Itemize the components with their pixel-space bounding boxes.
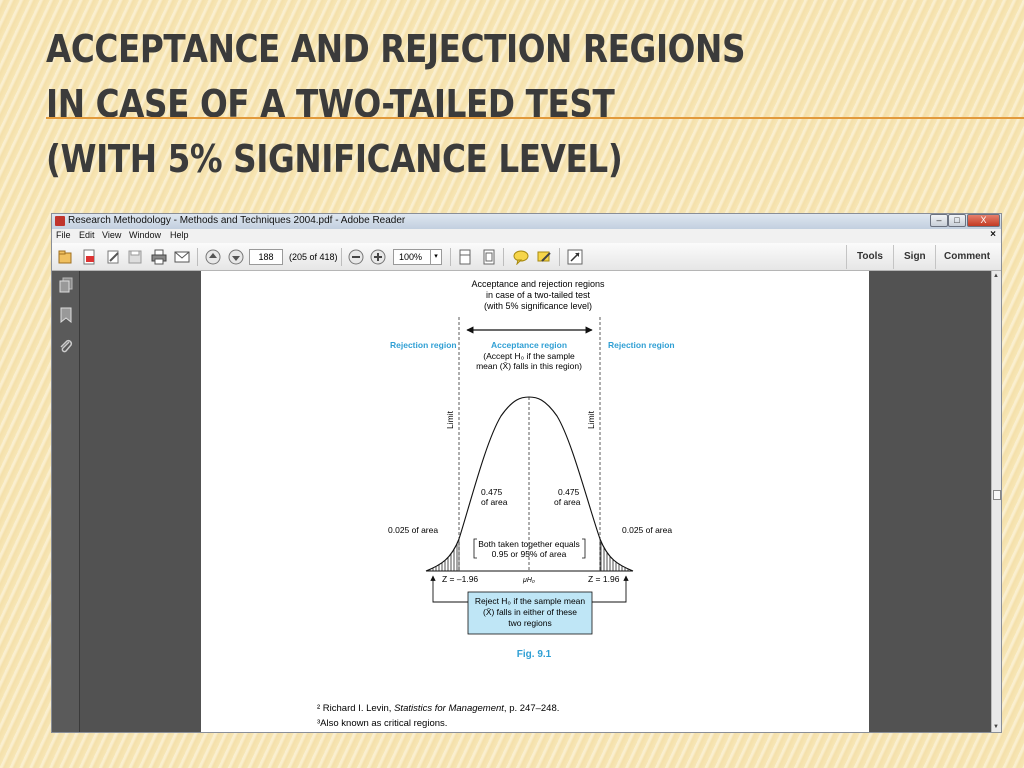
left-area-value: 0.475 [481, 487, 503, 497]
toolbar-separator [935, 245, 936, 269]
slide-title-line-3: (WITH 5% SIGNIFICANCE LEVEL) [46, 137, 623, 181]
footnote-1: ² Richard I. Levin, Statistics for Manag… [317, 703, 559, 714]
email-icon[interactable] [174, 249, 190, 265]
menu-edit[interactable]: Edit [79, 230, 95, 240]
vertical-scrollbar[interactable]: ▲ ▼ [991, 271, 1001, 732]
footnote-1-title: Statistics for Management [394, 703, 504, 714]
toolbar-separator [846, 245, 847, 269]
left-tail-area-label: 0.025 of area [388, 525, 438, 535]
rejection-region-right-label: Rejection region [608, 340, 675, 350]
zoom-select[interactable]: 100% ▾ [393, 249, 442, 265]
right-tail-area-label: 0.025 of area [622, 525, 672, 535]
title-underline [46, 117, 1024, 119]
toolbar-separator [197, 248, 198, 266]
page-count: (205 of 418) [289, 252, 338, 262]
slide-title-line-1: ACCEPTANCE AND REJECTION REGIONS [46, 27, 746, 71]
footnote-1-prefix: ² Richard I. Levin, [317, 703, 394, 714]
open-file-icon[interactable] [57, 249, 73, 265]
window-title: Research Methodology - Methods and Techn… [68, 215, 406, 226]
attachments-icon[interactable] [58, 338, 74, 354]
z-left-label: Z = –1.96 [442, 574, 478, 584]
figure-caption: Fig. 9.1 [517, 649, 552, 660]
menubar: File Edit View Window Help × [52, 229, 1001, 243]
left-area-unit: of area [481, 497, 508, 507]
left-rejection-tail [425, 538, 460, 572]
chevron-down-icon[interactable]: ▾ [430, 250, 441, 264]
close-document-icon[interactable]: × [990, 229, 996, 240]
left-bracket [473, 538, 477, 559]
footnote-2: ³Also known as critical regions. [317, 718, 447, 729]
menu-window[interactable]: Window [129, 230, 161, 240]
slide-title: ACCEPTANCE AND REJECTION REGIONS IN CASE… [46, 22, 820, 187]
create-pdf-icon[interactable] [81, 249, 97, 265]
reject-box-line-1: Reject H₀ if the sample mean [475, 596, 586, 606]
rejection-region-left-label: Rejection region [390, 340, 457, 350]
figure-heading-line-1: Acceptance and rejection regions [471, 279, 605, 289]
page-number-input[interactable]: 188 [249, 249, 283, 265]
zoom-value: 100% [399, 252, 423, 262]
footnote-1-suffix: , p. 247–248. [504, 703, 559, 714]
edit-pdf-icon[interactable] [105, 249, 121, 265]
navigation-pane [52, 271, 80, 732]
mu-label: μH₀ [522, 577, 535, 584]
right-bracket [582, 538, 586, 559]
figure-heading-line-2: in case of a two-tailed test [486, 290, 591, 300]
sign-pane-button[interactable]: Sign [904, 251, 926, 262]
right-area-value: 0.475 [558, 487, 580, 497]
acceptance-region-label: Acceptance region [491, 340, 567, 350]
tools-pane-button[interactable]: Tools [857, 251, 883, 262]
fit-page-icon[interactable] [481, 249, 497, 265]
acceptance-region-note-1: (Accept H₀ if the sample [483, 351, 575, 361]
limit-right-label: Limit [586, 410, 596, 429]
window-titlebar[interactable]: Research Methodology - Methods and Techn… [52, 214, 1001, 229]
menu-view[interactable]: View [102, 230, 121, 240]
toolbar-separator [341, 248, 342, 266]
scroll-down-icon[interactable]: ▼ [993, 724, 999, 730]
close-window-button[interactable]: X [967, 214, 1000, 227]
toolbar-separator [893, 245, 894, 269]
both-together-line-1: Both taken together equals [478, 539, 580, 549]
maximize-button[interactable]: □ [948, 214, 966, 227]
previous-page-icon[interactable] [205, 249, 221, 265]
slide-title-line-2: IN CASE OF A TWO-TAILED TEST [46, 82, 615, 126]
adobe-reader-window: Research Methodology - Methods and Techn… [51, 213, 1002, 733]
highlight-icon[interactable] [536, 249, 552, 265]
full-screen-icon[interactable] [567, 249, 583, 265]
both-together-line-2: 0.95 or 95% of area [492, 549, 567, 559]
next-page-icon[interactable] [228, 249, 244, 265]
sticky-note-icon[interactable] [513, 249, 529, 265]
print-icon[interactable] [151, 249, 167, 265]
menu-file[interactable]: File [56, 230, 71, 240]
pdf-page: Acceptance and rejection regions in case… [201, 271, 869, 732]
figure-9-1-diagram: Acceptance and rejection regions in case… [317, 279, 675, 729]
reject-box-line-2: (X̄) falls in either of these [483, 607, 577, 617]
limit-left-label: Limit [445, 410, 455, 429]
z-right-label: Z = 1.96 [588, 574, 620, 584]
document-view[interactable]: Acceptance and rejection regions in case… [80, 271, 991, 732]
adobe-reader-app-icon [55, 216, 65, 226]
toolbar-separator [503, 248, 504, 266]
bookmarks-icon[interactable] [58, 307, 74, 323]
minimize-button[interactable]: – [930, 214, 948, 227]
zoom-out-icon[interactable] [348, 249, 364, 265]
right-rejection-tail [599, 538, 634, 572]
zoom-in-icon[interactable] [370, 249, 386, 265]
scrollbar-thumb[interactable] [993, 490, 1001, 500]
reject-box-line-3: two regions [508, 618, 551, 628]
right-area-unit: of area [554, 497, 581, 507]
comment-pane-button[interactable]: Comment [944, 251, 990, 262]
toolbar: 188 (205 of 418) 100% ▾ Tools Sign Comme… [52, 243, 1001, 271]
figure-heading-line-3: (with 5% significance level) [484, 301, 592, 311]
page-thumbnails-icon[interactable] [58, 277, 74, 293]
save-icon[interactable] [127, 249, 143, 265]
acceptance-region-note-2: mean (X̄) falls in this region) [476, 361, 582, 371]
fit-width-icon[interactable] [457, 249, 473, 265]
scroll-up-icon[interactable]: ▲ [993, 273, 999, 279]
toolbar-separator [559, 248, 560, 266]
menu-help[interactable]: Help [170, 230, 189, 240]
toolbar-separator [450, 248, 451, 266]
